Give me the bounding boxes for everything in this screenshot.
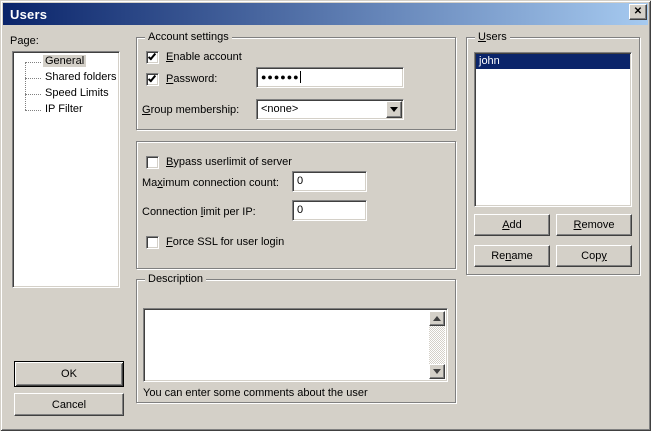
ok-button[interactable]: OK	[14, 361, 124, 387]
users-dialog: Users ✕ Page: General Shared folders Spe…	[0, 0, 651, 431]
remove-user-button[interactable]: Remove	[556, 214, 632, 236]
enable-account-label[interactable]: Enable account	[166, 51, 242, 63]
bypass-userlimit-label[interactable]: Bypass userlimit of server	[166, 156, 292, 168]
description-hint: You can enter some comments about the us…	[143, 387, 368, 399]
description-group-title: Description	[145, 273, 206, 285]
password-checkbox[interactable]	[146, 73, 159, 86]
title-bar[interactable]: Users	[3, 3, 648, 25]
tree-item-speed-limits[interactable]: Speed Limits	[13, 86, 119, 102]
password-value: ●●●●●●	[261, 72, 300, 82]
group-membership-label: Group membership:	[142, 104, 239, 116]
bypass-userlimit-checkbox[interactable]	[146, 156, 159, 169]
users-listbox[interactable]: john	[474, 52, 632, 207]
dropdown-arrow-button[interactable]	[386, 101, 402, 118]
check-icon	[148, 74, 156, 83]
close-icon: ✕	[634, 7, 642, 17]
force-ssl-label[interactable]: Force SSL for user login	[166, 236, 284, 248]
vertical-scrollbar[interactable]	[429, 311, 445, 379]
tree-item-general[interactable]: General	[13, 54, 119, 70]
tree-line	[25, 94, 41, 95]
connection-limit-per-ip-label: Connection limit per IP:	[142, 206, 256, 218]
users-group-title: Users	[475, 31, 510, 43]
scroll-down-button[interactable]	[429, 364, 445, 379]
tree-line	[25, 78, 41, 79]
page-label: Page:	[10, 35, 39, 47]
max-connection-count-input[interactable]: 0	[292, 171, 367, 192]
cancel-button[interactable]: Cancel	[14, 393, 124, 416]
add-user-button[interactable]: Add	[474, 214, 550, 236]
tree-item-ip-filter[interactable]: IP Filter	[13, 102, 119, 118]
close-button[interactable]: ✕	[629, 4, 647, 20]
check-icon	[148, 52, 156, 61]
description-textarea[interactable]	[143, 308, 448, 382]
chevron-down-icon	[390, 107, 398, 112]
password-label[interactable]: Password:	[166, 73, 217, 85]
password-input[interactable]: ●●●●●●	[256, 67, 404, 88]
copy-user-button[interactable]: Copy	[556, 245, 632, 267]
group-membership-dropdown[interactable]: <none>	[256, 99, 404, 120]
arrow-down-icon	[433, 369, 441, 374]
max-connection-count-label: Maximum connection count:	[142, 177, 279, 189]
group-membership-value: <none>	[261, 103, 298, 115]
rename-user-button[interactable]: Rename	[474, 245, 550, 267]
tree-line	[25, 62, 41, 63]
force-ssl-checkbox[interactable]	[146, 236, 159, 249]
arrow-up-icon	[433, 316, 441, 321]
account-settings-group-title: Account settings	[145, 31, 232, 43]
text-caret	[300, 71, 301, 83]
enable-account-checkbox[interactable]	[146, 51, 159, 64]
page-tree[interactable]: General Shared folders Speed Limits IP F…	[12, 51, 120, 288]
list-item-john[interactable]: john	[476, 54, 630, 69]
window-title: Users	[10, 7, 47, 22]
scroll-up-button[interactable]	[429, 311, 445, 326]
connection-limit-per-ip-input[interactable]: 0	[292, 200, 367, 221]
tree-line	[25, 110, 41, 111]
tree-item-shared-folders[interactable]: Shared folders	[13, 70, 119, 86]
